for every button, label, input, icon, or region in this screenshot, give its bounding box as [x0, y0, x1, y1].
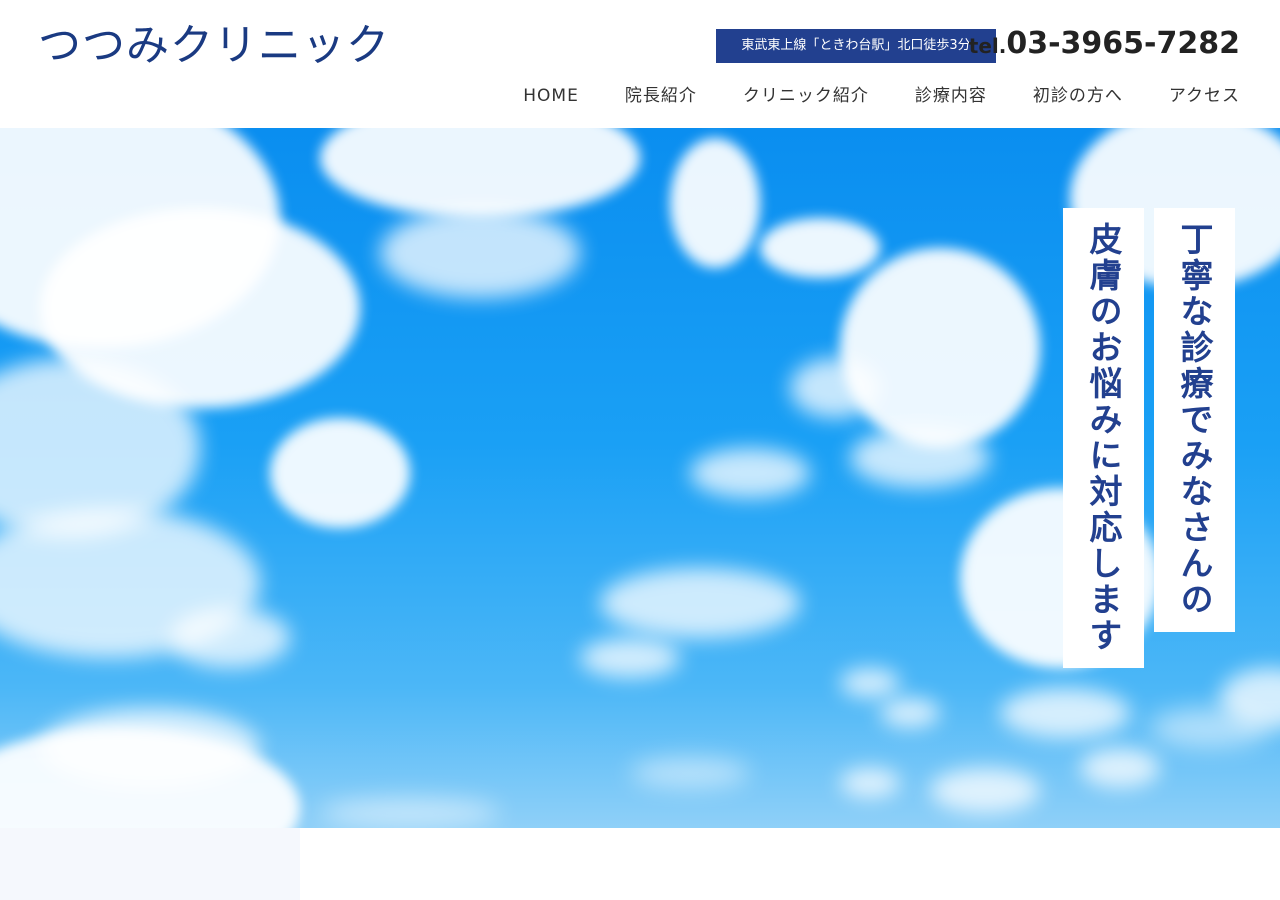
global-nav: HOME 院長紹介 クリニック紹介 診療内容 初診の方へ アクセス [523, 82, 1240, 110]
content-side-panel [0, 828, 300, 900]
cloud [600, 568, 800, 638]
cloud [840, 768, 900, 798]
site-logo[interactable]: つつみクリニック [38, 18, 390, 74]
hero-catchcopy-text-1: 丁寧な診療でみなさんの [1175, 222, 1214, 618]
nav-item-treatment[interactable]: 診療内容 [915, 82, 987, 110]
hero-sky-image: 丁寧な診療でみなさんの 皮膚のお悩みに対応します [0, 128, 1280, 828]
cloud [790, 358, 880, 418]
phone-number[interactable]: tel.03-3965-7282 [969, 26, 1240, 61]
cloud [760, 218, 880, 278]
tel-number: 03-3965-7282 [1006, 26, 1240, 61]
nav-item-first-visit[interactable]: 初診の方へ [1033, 82, 1123, 110]
cloud [670, 138, 760, 268]
hero-catchcopy-line-2: 皮膚のお悩みに対応します [1063, 208, 1144, 668]
cloud [930, 768, 1040, 813]
tel-prefix: tel. [968, 34, 1007, 58]
cloud [630, 758, 750, 788]
access-badge: 東武東上線「ときわ台駅」北口徒歩3分 [716, 29, 996, 63]
cloud [690, 448, 810, 498]
cloud [320, 798, 500, 828]
cloud [840, 248, 1040, 448]
nav-item-clinic[interactable]: クリニック紹介 [743, 82, 869, 110]
cloud [880, 698, 940, 728]
cloud [850, 428, 990, 488]
page: つつみクリニック 東武東上線「ときわ台駅」北口徒歩3分 tel.03-3965-… [0, 0, 1280, 900]
cloud [170, 608, 290, 668]
cloud [840, 668, 900, 698]
hero-catchcopy-text-2: 皮膚のお悩みに対応します [1084, 222, 1123, 654]
cloud [1150, 708, 1270, 748]
site-header: つつみクリニック 東武東上線「ときわ台駅」北口徒歩3分 tel.03-3965-… [0, 0, 1280, 128]
cloud [1000, 688, 1130, 738]
cloud [580, 638, 680, 678]
cloud [270, 418, 410, 528]
hero-catchcopy-line-1: 丁寧な診療でみなさんの [1154, 208, 1235, 632]
cloud [320, 128, 640, 218]
nav-item-home[interactable]: HOME [523, 82, 579, 110]
cloud [1080, 748, 1160, 788]
nav-item-access[interactable]: アクセス [1169, 82, 1240, 110]
cloud [380, 208, 580, 298]
nav-item-director[interactable]: 院長紹介 [625, 82, 697, 110]
cloud [40, 708, 260, 788]
